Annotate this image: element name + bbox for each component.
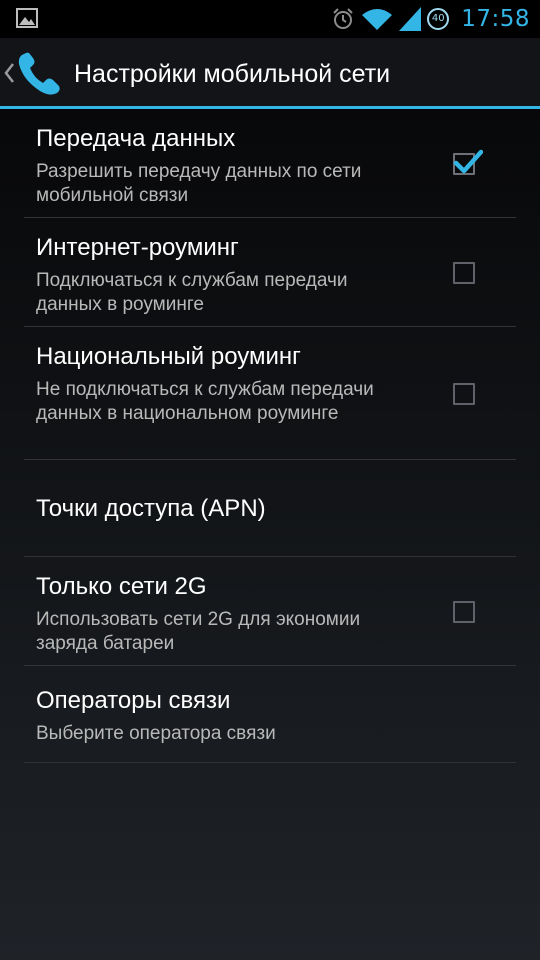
list-item-roaming[interactable]: Интернет-роуминг Подключаться к службам … bbox=[24, 218, 516, 327]
item-title: Операторы связи bbox=[36, 687, 231, 714]
item-title: Точки доступа (APN) bbox=[36, 495, 266, 522]
status-icons: 40 17:58 bbox=[325, 0, 530, 38]
page-title: Настройки мобильной сети bbox=[74, 60, 391, 88]
action-bar: Настройки мобильной сети bbox=[0, 38, 540, 108]
item-summary: Не подключаться к службам передачи данны… bbox=[36, 379, 374, 424]
gallery-notification-icon bbox=[16, 8, 38, 28]
list-item-national-roaming[interactable]: Национальный роуминг Не подключаться к с… bbox=[24, 327, 516, 460]
roaming-checkbox[interactable] bbox=[453, 262, 475, 284]
list-item-apn[interactable]: Точки доступа (APN) bbox=[24, 460, 516, 557]
item-summary: Подключаться к службам передачи данных в… bbox=[36, 270, 348, 315]
data-enabled-checkbox[interactable] bbox=[453, 149, 483, 175]
item-summary: Разрешить передачу данных по сети мобиль… bbox=[36, 161, 362, 206]
item-title: Интернет-роуминг bbox=[36, 234, 239, 261]
alarm-icon bbox=[333, 8, 353, 29]
chevron-left-icon bbox=[4, 63, 14, 83]
badge-icon: 40 bbox=[427, 8, 450, 30]
up-button[interactable] bbox=[0, 38, 72, 108]
item-title: Передача данных bbox=[36, 125, 236, 152]
phone-icon bbox=[18, 52, 60, 95]
checkmark-icon bbox=[453, 149, 483, 174]
2g-only-checkbox[interactable] bbox=[453, 601, 475, 623]
status-bar: 40 17:58 bbox=[0, 0, 540, 38]
preference-list: Передача данных Разрешить передачу данны… bbox=[24, 109, 516, 763]
item-title: Национальный роуминг bbox=[36, 343, 301, 370]
national-roaming-checkbox[interactable] bbox=[453, 383, 475, 405]
list-item-2g-only[interactable]: Только сети 2G Использовать сети 2G для … bbox=[24, 557, 516, 666]
item-summary: Выберите оператора связи bbox=[36, 723, 276, 744]
list-item-data-enabled[interactable]: Передача данных Разрешить передачу данны… bbox=[24, 109, 516, 218]
item-title: Только сети 2G bbox=[36, 573, 207, 600]
wifi-icon bbox=[362, 9, 393, 30]
clock: 17:58 bbox=[461, 6, 530, 32]
item-summary: Использовать сети 2G для экономии заряда… bbox=[36, 609, 361, 654]
signal-icon bbox=[399, 7, 422, 31]
list-item-operators[interactable]: Операторы связи Выберите оператора связи bbox=[24, 666, 516, 763]
